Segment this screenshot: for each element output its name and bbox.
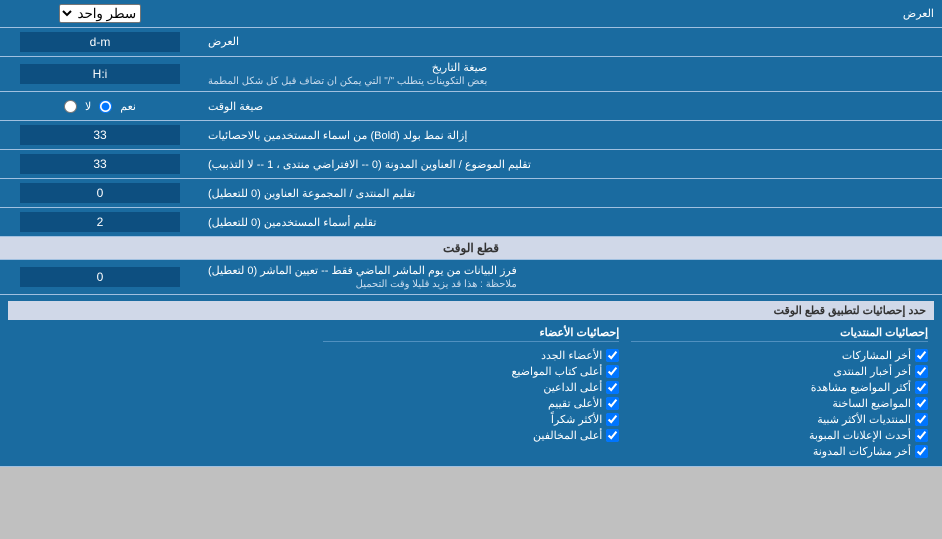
usernames-input-wrap [0, 179, 200, 207]
topic-title-input[interactable] [20, 125, 180, 145]
time-format-label: صيغة التاريخ بعض التكوينات يتطلب "/" الت… [200, 57, 942, 91]
list-item: أعلى كتاب المواضيع [323, 365, 620, 378]
remove-bold-yes-label: نعم [120, 100, 136, 113]
list-item: أخر أخبار المنتدى [631, 365, 928, 378]
cb-hot-topics[interactable] [915, 397, 928, 410]
topic-title-label: إزالة نمط بولد (Bold) من اسماء المستخدمي… [200, 121, 942, 149]
time-format-row: صيغة التاريخ بعض التكوينات يتطلب "/" الت… [0, 57, 942, 92]
display-mode-row: العرض سطر واحد سطرين ثلاثة أسطر [0, 0, 942, 28]
stats-limit-header: حدد إحصائيات لتطبيق قطع الوقت [8, 301, 934, 320]
list-item: المواضيع الساخنة [631, 397, 928, 410]
col1: إحصائيات المنتديات أخر المشاركات أخر أخب… [625, 324, 934, 460]
cb-most-thanked[interactable] [606, 413, 619, 426]
col2-header: إحصائيات الأعضاء [323, 326, 620, 342]
main-container: العرض سطر واحد سطرين ثلاثة أسطر العرض صي… [0, 0, 942, 467]
forum-title-input-wrap [0, 150, 200, 178]
time-format-input[interactable] [20, 64, 180, 84]
usernames-row: تقليم المنتدى / المجموعة العناوين (0 للت… [0, 179, 942, 208]
list-item: أخر مشاركات المدونة [631, 445, 928, 458]
col3 [8, 324, 317, 460]
list-item: أعلى الداعين [323, 381, 620, 394]
cb-most-viewed[interactable] [915, 381, 928, 394]
display-mode-input[interactable]: سطر واحد سطرين ثلاثة أسطر [0, 1, 200, 26]
time-cut-input-wrap [0, 260, 200, 294]
gap-label: تقليم أسماء المستخدمين (0 للتعطيل) [200, 208, 942, 236]
cb-most-similar[interactable] [915, 413, 928, 426]
topic-title-input-wrap [0, 121, 200, 149]
remove-bold-row: صيغة الوقت نعم لا [0, 92, 942, 121]
cb-top-violators[interactable] [606, 429, 619, 442]
time-cut-header: قطع الوقت [0, 237, 942, 260]
date-format-input[interactable] [20, 32, 180, 52]
list-item: أخر المشاركات [631, 349, 928, 362]
list-item: الأعلى تقييم [323, 397, 620, 410]
display-mode-select[interactable]: سطر واحد سطرين ثلاثة أسطر [59, 4, 141, 23]
display-mode-label: العرض [200, 3, 942, 24]
forum-title-input[interactable] [20, 154, 180, 174]
remove-bold-no-radio[interactable] [64, 100, 77, 113]
remove-bold-no-label: لا [85, 100, 91, 113]
date-format-label: العرض [200, 28, 942, 56]
cb-last-news[interactable] [915, 365, 928, 378]
checkboxes-section: حدد إحصائيات لتطبيق قطع الوقت إحصائيات ا… [0, 295, 942, 467]
list-item: المنتديات الأكثر شبية [631, 413, 928, 426]
gap-input[interactable] [20, 212, 180, 232]
gap-input-wrap [0, 208, 200, 236]
cb-last-blog-posts[interactable] [915, 445, 928, 458]
cb-last-posts[interactable] [915, 349, 928, 362]
date-format-input-wrap [0, 28, 200, 56]
cb-top-inviters[interactable] [606, 381, 619, 394]
time-cut-input[interactable] [20, 267, 180, 287]
remove-bold-radio-group: نعم لا [58, 98, 142, 115]
cb-top-writers[interactable] [606, 365, 619, 378]
cb-latest-classified[interactable] [915, 429, 928, 442]
list-item: أكثر المواضيع مشاهدة [631, 381, 928, 394]
col2: إحصائيات الأعضاء الأعضاء الجدد أعلى كتاب… [317, 324, 626, 460]
remove-bold-input-wrap: نعم لا [0, 92, 200, 120]
topic-title-row: إزالة نمط بولد (Bold) من اسماء المستخدمي… [0, 121, 942, 150]
list-item: أحدث الإعلانات المبوبة [631, 429, 928, 442]
list-item: أعلى المخالفين [323, 429, 620, 442]
forum-title-label: تقليم الموضوع / العناوين المدونة (0 -- ا… [200, 150, 942, 178]
col1-header: إحصائيات المنتديات [631, 326, 928, 342]
remove-bold-label: صيغة الوقت [200, 92, 942, 120]
usernames-input[interactable] [20, 183, 180, 203]
list-item: الأعضاء الجدد [323, 349, 620, 362]
gap-row: تقليم أسماء المستخدمين (0 للتعطيل) [0, 208, 942, 237]
usernames-label: تقليم المنتدى / المجموعة العناوين (0 للت… [200, 179, 942, 207]
checkboxes-grid: إحصائيات المنتديات أخر المشاركات أخر أخب… [8, 324, 934, 460]
forum-title-row: تقليم الموضوع / العناوين المدونة (0 -- ا… [0, 150, 942, 179]
date-format-row: العرض [0, 28, 942, 57]
list-item: الأكثر شكراً [323, 413, 620, 426]
remove-bold-yes-radio[interactable] [99, 100, 112, 113]
time-cut-label: فرز البيانات من يوم الماشر الماضي فقط --… [200, 260, 942, 294]
cb-top-rated[interactable] [606, 397, 619, 410]
cb-new-members[interactable] [606, 349, 619, 362]
time-format-input-wrap [0, 57, 200, 91]
time-cut-row: فرز البيانات من يوم الماشر الماضي فقط --… [0, 260, 942, 295]
